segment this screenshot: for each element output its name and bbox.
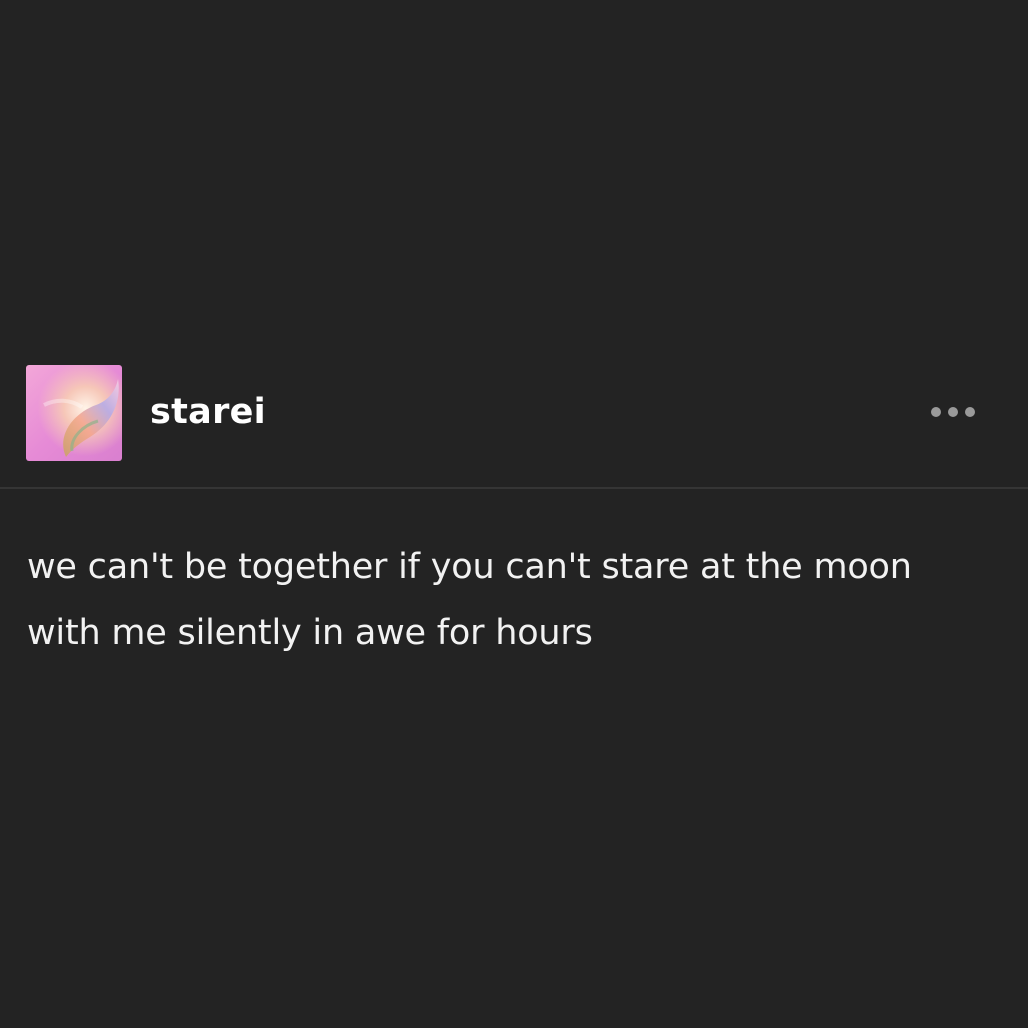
more-options-button[interactable] xyxy=(920,396,986,428)
more-dots-icon xyxy=(931,407,975,417)
avatar[interactable] xyxy=(26,365,122,461)
gradient-avatar-icon xyxy=(26,365,122,461)
header-divider xyxy=(0,487,1028,489)
post-card: starei we can't be together if you can't… xyxy=(0,0,1028,1028)
post-text: we can't be together if you can't stare … xyxy=(27,547,912,653)
username[interactable]: starei xyxy=(150,390,266,434)
post-header: starei xyxy=(0,364,1028,462)
